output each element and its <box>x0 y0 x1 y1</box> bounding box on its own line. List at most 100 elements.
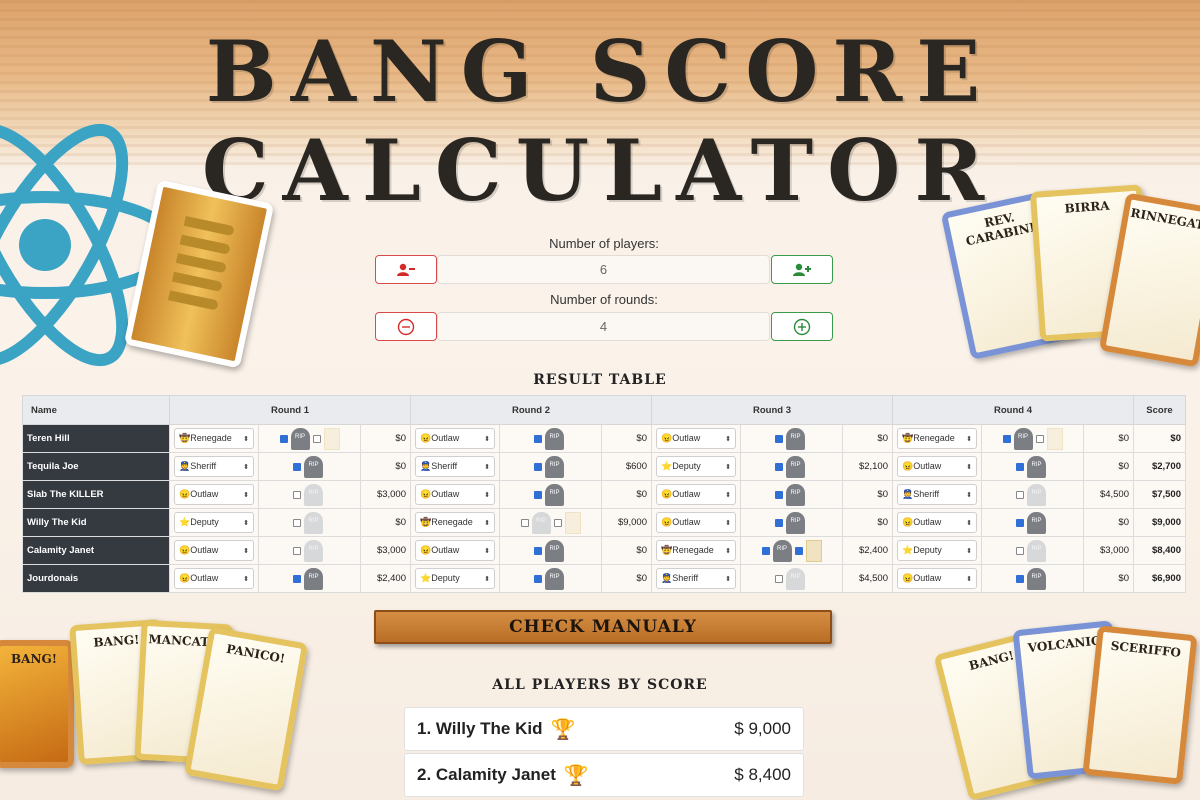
tombstone-icon: RIP <box>786 427 805 450</box>
role-select[interactable]: 👮Sheriff ⬍ <box>174 456 254 477</box>
players-count-field[interactable]: 6 <box>437 255 770 284</box>
role-select[interactable]: 😠Outlaw ⬍ <box>174 568 254 589</box>
alive-checkbox[interactable] <box>794 546 803 555</box>
alive-checkbox[interactable] <box>1016 574 1024 583</box>
role-select[interactable]: ⭐Deputy ⬍ <box>415 568 495 589</box>
alive-checkbox[interactable] <box>534 434 542 443</box>
alive-checkbox[interactable] <box>293 546 301 555</box>
role-select[interactable]: ⭐Deputy ⬍ <box>656 456 736 477</box>
remove-player-button[interactable] <box>375 255 437 284</box>
alive-checkbox[interactable] <box>520 518 529 527</box>
role-select[interactable]: 😠Outlaw ⬍ <box>656 428 736 449</box>
round-money: $0 <box>1083 452 1134 481</box>
alive-checkbox[interactable] <box>279 434 288 443</box>
status-cell: RIP <box>981 564 1084 593</box>
role-select[interactable]: 😠Outlaw ⬍ <box>174 484 254 505</box>
alive-checkbox[interactable] <box>775 490 783 499</box>
role-text: Outlaw <box>190 489 219 499</box>
role-label: 😠Outlaw <box>179 489 218 500</box>
role-select[interactable]: 😠Outlaw ⬍ <box>174 540 254 561</box>
alive-checkbox[interactable] <box>534 574 542 583</box>
role-select[interactable]: 🤠Renegade ⬍ <box>174 428 254 449</box>
alive-checkbox[interactable] <box>534 462 542 471</box>
alive-checkbox[interactable] <box>1016 546 1024 555</box>
role-icon: 👮 <box>420 461 432 471</box>
role-select[interactable]: 🤠Renegade ⬍ <box>656 540 736 561</box>
role-icon: 🤠 <box>661 545 673 555</box>
role-text: Deputy <box>190 517 219 527</box>
role-icon: 😠 <box>902 573 914 583</box>
add-player-button[interactable] <box>771 255 833 284</box>
result-row: Teren Hill 🤠Renegade ⬍ RIP $0 😠Outlaw ⬍ RIP $0 😠O… <box>22 424 1186 453</box>
role-select[interactable]: ⭐Deputy ⬍ <box>897 540 977 561</box>
tombstone-icon: RIP <box>545 455 564 478</box>
status-cell: RIP <box>740 536 843 565</box>
card-title: REV. CARABINE <box>964 210 1040 249</box>
alive-checkbox[interactable] <box>1002 434 1011 443</box>
status-cell: RIP <box>258 564 361 593</box>
role-select[interactable]: 😠Outlaw ⬍ <box>415 428 495 449</box>
ranking-title: ALL PLAYERS BY SCORE <box>492 677 708 693</box>
check-manually-button[interactable]: CHECK MANUALY <box>374 610 832 644</box>
tombstone-icon: RIP <box>1027 567 1046 590</box>
role-text: Sheriff <box>431 461 458 471</box>
round-money: $3,000 <box>1083 536 1134 565</box>
status-cell: RIP <box>258 424 361 453</box>
role-text: Outlaw <box>190 573 219 583</box>
role-label: 👮Sheriff <box>179 461 216 472</box>
select-caret-icon: ⬍ <box>484 547 490 555</box>
role-select[interactable]: 🤠Renegade ⬍ <box>897 428 977 449</box>
add-round-button[interactable] <box>771 312 833 341</box>
remove-round-button[interactable] <box>375 312 437 341</box>
alive-checkbox[interactable] <box>534 490 542 499</box>
role-select[interactable]: 👮Sheriff ⬍ <box>415 456 495 477</box>
card-title: BIRRA <box>1064 198 1111 216</box>
rounds-count-field[interactable]: 4 <box>437 312 770 341</box>
role-select[interactable]: 👮Sheriff ⬍ <box>897 484 977 505</box>
role-select[interactable]: 😠Outlaw ⬍ <box>897 456 977 477</box>
alive-checkbox[interactable] <box>293 490 301 499</box>
tombstone-icon: RIP <box>772 539 792 562</box>
role-icon: 😠 <box>179 545 191 555</box>
select-caret-icon: ⬍ <box>725 491 731 499</box>
alive-checkbox[interactable] <box>293 574 301 583</box>
player-score: $9,000 <box>1133 508 1186 537</box>
role-label: 👮Sheriff <box>661 573 698 584</box>
alive-checkbox[interactable] <box>761 546 770 555</box>
alive-checkbox[interactable] <box>293 518 301 527</box>
alive-checkbox[interactable] <box>534 546 542 555</box>
alive-checkbox[interactable] <box>775 518 783 527</box>
role-cell: 😠Outlaw ⬍ <box>169 536 259 565</box>
role-select[interactable]: 😠Outlaw ⬍ <box>897 512 977 533</box>
alive-checkbox[interactable] <box>1035 434 1044 443</box>
role-select[interactable]: 😠Outlaw ⬍ <box>656 484 736 505</box>
role-select[interactable]: 😠Outlaw ⬍ <box>415 484 495 505</box>
alive-checkbox[interactable] <box>775 574 783 583</box>
role-icon: 🤠 <box>902 433 914 443</box>
role-select[interactable]: 👮Sheriff ⬍ <box>656 568 736 589</box>
alive-checkbox[interactable] <box>1016 490 1024 499</box>
role-select[interactable]: 😠Outlaw ⬍ <box>415 540 495 561</box>
select-caret-icon: ⬍ <box>243 547 249 555</box>
role-select[interactable]: ⭐Deputy ⬍ <box>174 512 254 533</box>
alive-checkbox[interactable] <box>1016 462 1024 471</box>
role-text: Sheriff <box>190 461 217 471</box>
alive-checkbox[interactable] <box>312 434 321 443</box>
role-select[interactable]: 😠Outlaw ⬍ <box>656 512 736 533</box>
round-money: $0 <box>601 480 652 509</box>
ranking-player-name: 1. Willy The Kid <box>417 719 543 738</box>
role-select[interactable]: 😠Outlaw ⬍ <box>897 568 977 589</box>
role-select[interactable]: 🤠Renegade ⬍ <box>415 512 495 533</box>
player-score: $2,700 <box>1133 452 1186 481</box>
role-icon: 😠 <box>420 545 432 555</box>
role-label: 😠Outlaw <box>420 489 459 500</box>
alive-checkbox[interactable] <box>293 462 301 471</box>
player-score: $6,900 <box>1133 564 1186 593</box>
alive-checkbox[interactable] <box>1016 518 1024 527</box>
player-name: Calamity Janet <box>22 536 170 565</box>
alive-checkbox[interactable] <box>775 462 783 471</box>
role-icon: 😠 <box>179 489 191 499</box>
role-cell: 👮Sheriff ⬍ <box>651 564 741 593</box>
alive-checkbox[interactable] <box>775 434 783 443</box>
alive-checkbox[interactable] <box>553 518 562 527</box>
